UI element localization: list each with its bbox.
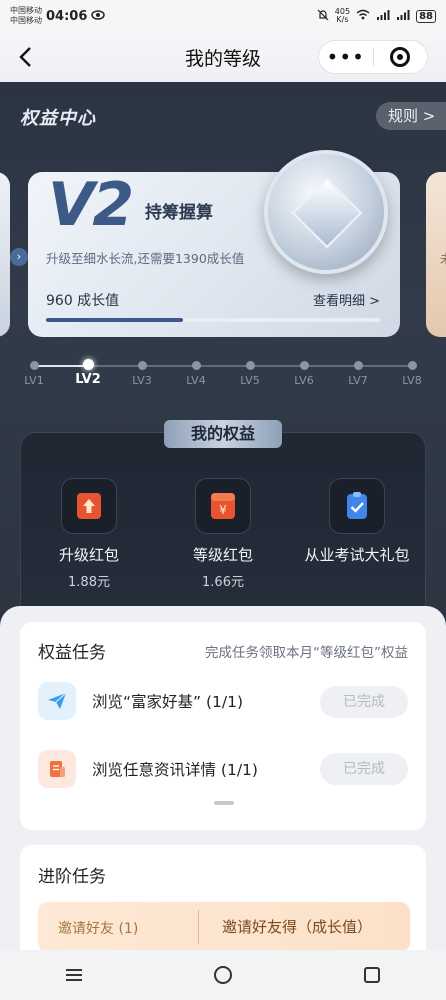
more-button[interactable]: ••• xyxy=(319,47,373,67)
net-speed: 405 K/s xyxy=(335,8,350,24)
battery-indicator: 88 xyxy=(416,9,436,23)
level-label: LV7 xyxy=(348,374,368,387)
level-name: 持筹握算 xyxy=(145,203,213,223)
task-item-text: 浏览任意资讯详情 (1/1) xyxy=(92,761,258,779)
carrier-1: 中国移动 xyxy=(10,6,42,15)
invite-divider xyxy=(198,910,199,944)
level-label: LV1 xyxy=(24,374,44,387)
view-detail-link[interactable]: 查看明细 > xyxy=(313,290,380,309)
level-dot[interactable] xyxy=(82,359,94,370)
tasks-description: 完成任务领取本月“等级红包”权益 xyxy=(205,645,408,661)
level-label: LV8 xyxy=(402,374,422,387)
signal-icon-1 xyxy=(376,9,390,23)
level-dot[interactable] xyxy=(353,361,363,370)
wifi-icon xyxy=(356,9,370,23)
level-label: LV6 xyxy=(294,374,314,387)
benefit-upgrade-red-packet[interactable]: 升级红包 1.88元 xyxy=(24,478,154,590)
mini-program-capsule: ••• xyxy=(318,40,428,74)
level-label: LV4 xyxy=(186,374,206,387)
square-icon xyxy=(363,967,380,983)
sheet-handle[interactable] xyxy=(214,801,234,805)
upgrade-tip: 升级至细水长流,还需要1390成长值 xyxy=(46,251,245,266)
invite-right-text[interactable]: 邀请好友得（成长值） xyxy=(222,916,372,937)
svg-text:¥: ¥ xyxy=(219,503,227,517)
prev-level-card[interactable] xyxy=(0,172,10,337)
chevron-left-icon xyxy=(19,47,31,67)
level-label: LV3 xyxy=(132,374,152,387)
level-badge-icon xyxy=(264,150,388,274)
benefit-exam-gift-pack[interactable]: 从业考试大礼包 xyxy=(292,478,422,565)
exam-clipboard-icon xyxy=(329,478,385,534)
benefit-center-title: 权益中心 xyxy=(20,108,96,129)
tasks-title: 权益任务 xyxy=(38,643,106,663)
red-envelope-yuan-icon: ¥ xyxy=(195,478,251,534)
task-item-text: 浏览“富家好基” (1/1) xyxy=(92,693,244,711)
benefit-amount: 1.88元 xyxy=(68,575,110,590)
growth-value: 960 成长值 xyxy=(46,293,120,309)
growth-progress-bar xyxy=(46,318,380,322)
benefit-amount: 1.66元 xyxy=(202,575,244,590)
rules-button[interactable]: 规则 > xyxy=(376,102,446,130)
menu-lines-icon xyxy=(66,969,83,981)
paper-plane-icon xyxy=(38,682,76,720)
advanced-tasks-title: 进阶任务 xyxy=(38,867,106,887)
status-right: 405 K/s 88 xyxy=(317,8,436,24)
level-dot[interactable] xyxy=(191,361,201,370)
level-dot[interactable] xyxy=(299,361,309,370)
level-label: LV5 xyxy=(240,374,260,387)
home-button[interactable] xyxy=(208,960,238,990)
chevron-right-icon[interactable]: › xyxy=(10,248,28,266)
level-dot[interactable] xyxy=(407,361,417,370)
recent-apps-button[interactable] xyxy=(357,960,387,990)
benefit-name: 等级红包 xyxy=(192,546,253,564)
document-icon xyxy=(38,750,76,788)
carrier-2: 中国移动 xyxy=(10,16,42,25)
status-time: 04:06 xyxy=(46,8,88,24)
menu-button[interactable] xyxy=(59,960,89,990)
level-dot[interactable] xyxy=(29,361,39,370)
invite-left-text: 邀请好友 (1) xyxy=(58,921,139,937)
status-bar: 中国移动 中国移动 04:06 405 K/s 88 xyxy=(0,0,446,32)
signal-icon-2 xyxy=(396,9,410,23)
back-button[interactable] xyxy=(12,44,38,70)
mute-bell-icon xyxy=(317,9,329,24)
home-circle-icon xyxy=(213,966,232,984)
task-status-button[interactable]: 已完成 xyxy=(320,753,408,785)
system-navigation-bar xyxy=(0,950,446,1000)
close-button[interactable] xyxy=(374,47,428,67)
next-level-card-text: 未 xyxy=(440,250,446,267)
benefits-title: 我的权益 xyxy=(164,420,282,448)
level-code: V2 xyxy=(48,172,134,240)
level-dot[interactable] xyxy=(137,361,147,370)
level-label: LV2 xyxy=(75,372,101,387)
benefit-level-red-packet[interactable]: ¥ 等级红包 1.66元 xyxy=(158,478,288,590)
carrier-info: 中国移动 中国移动 xyxy=(10,6,42,26)
red-envelope-up-icon xyxy=(61,478,117,534)
benefit-name: 升级红包 xyxy=(58,546,119,564)
growth-progress-fill xyxy=(46,318,183,322)
next-level-card[interactable]: 未 xyxy=(426,172,446,337)
level-track-active xyxy=(34,365,88,367)
level-dot[interactable] xyxy=(245,361,255,370)
eye-icon xyxy=(91,9,106,23)
nav-bar: 我的等级 ••• xyxy=(0,32,446,82)
task-status-button[interactable]: 已完成 xyxy=(320,686,408,718)
benefit-name: 从业考试大礼包 xyxy=(304,546,410,564)
target-close-icon xyxy=(390,47,411,67)
net-speed-unit: K/s xyxy=(336,15,349,24)
